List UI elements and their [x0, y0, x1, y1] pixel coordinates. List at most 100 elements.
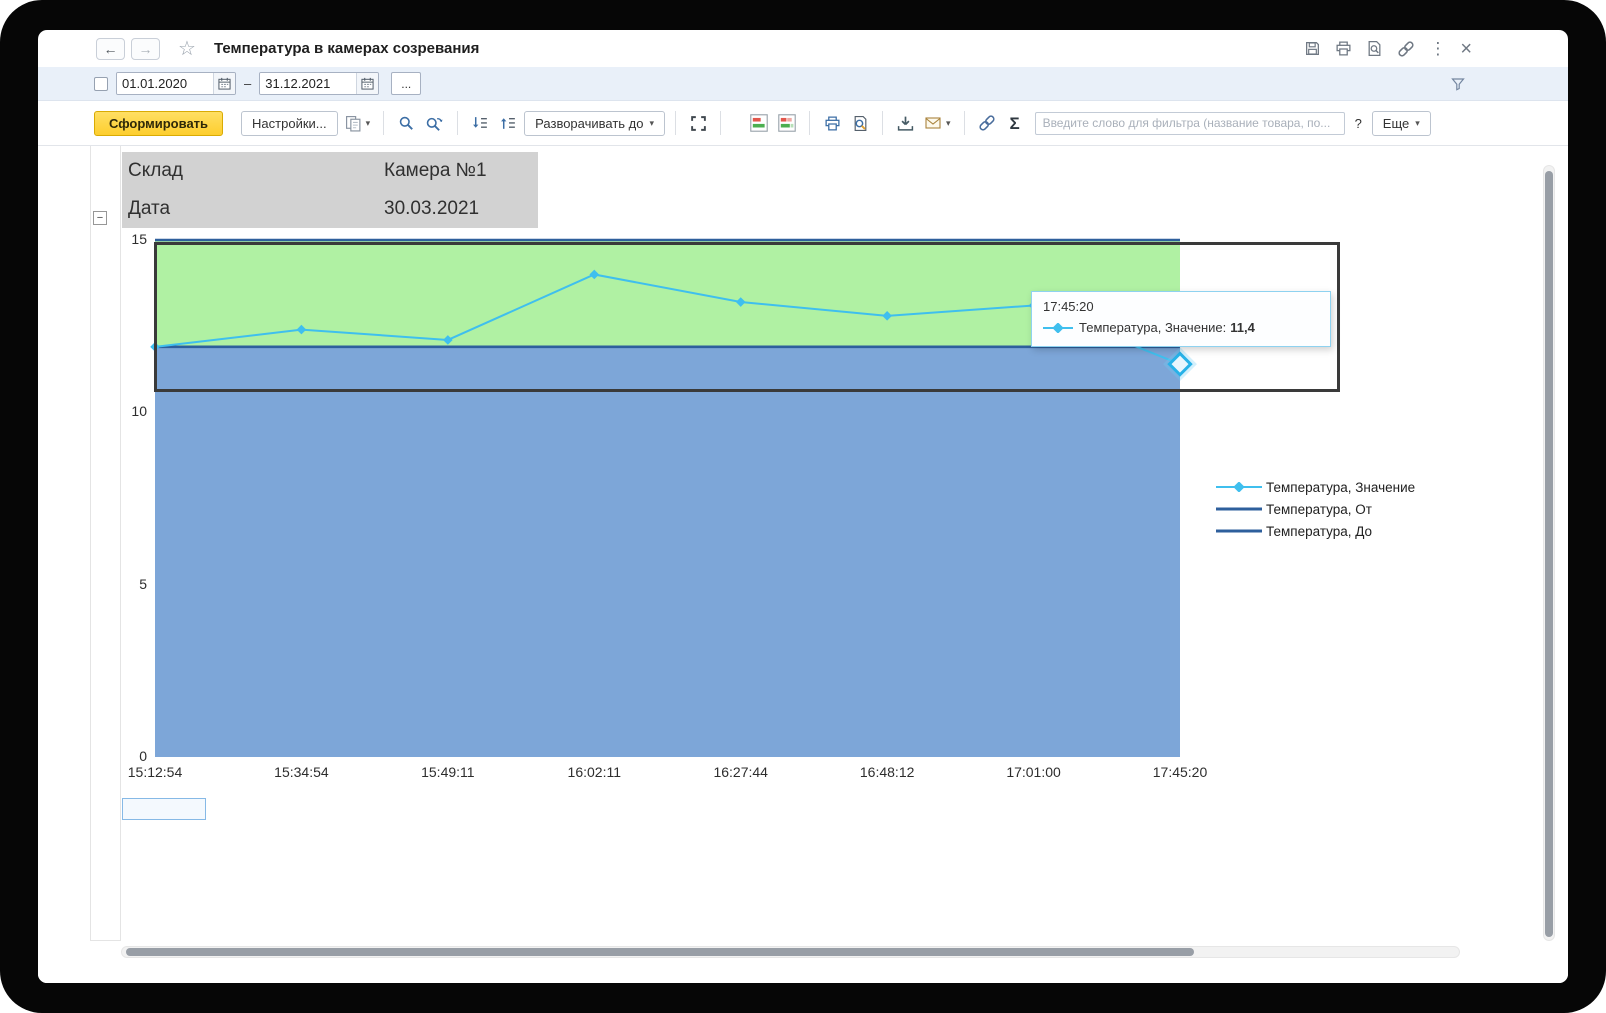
titlebar-actions: ⋮ ×: [1304, 39, 1472, 59]
forward-arrow-icon: →: [138, 40, 153, 57]
kebab-menu-icon: ⋮: [1429, 39, 1447, 58]
toolbar-separator: [720, 111, 722, 135]
legend-item: Температура, От: [1216, 498, 1415, 520]
toolbar-separator: [383, 111, 385, 135]
date-from-calendar-button[interactable]: [213, 73, 235, 94]
forward-button[interactable]: →: [131, 37, 160, 60]
link-icon: [978, 114, 996, 132]
legend-line-diamond-icon: [1216, 482, 1262, 492]
print-preview-icon: [852, 115, 869, 132]
toolbar-separator: [963, 111, 965, 135]
report-variants-button[interactable]: ▾: [342, 111, 374, 136]
caret-down-icon: ▾: [649, 117, 655, 128]
report-toolbar: Сформировать Настройки... ▾ Разворачиват…: [38, 101, 1568, 146]
report-header-value: Камера №1: [384, 160, 487, 181]
quick-filter-input[interactable]: [1034, 111, 1345, 135]
back-button[interactable]: ←: [96, 37, 125, 60]
more-label: Еще: [1382, 115, 1410, 131]
group-collapse-toggle[interactable]: −: [93, 211, 107, 225]
expand-to-label: Разворачивать до: [535, 115, 644, 131]
legend-item: Температура, До: [1216, 520, 1415, 542]
report-header-label: Дата: [128, 198, 171, 219]
toolbar-separator: [457, 111, 459, 135]
more-button[interactable]: Еще ▾: [1371, 110, 1431, 136]
date-to-input[interactable]: [260, 73, 357, 94]
print-preview-button[interactable]: [848, 111, 872, 136]
date-range-separator: –: [244, 76, 252, 91]
calendar-icon: [361, 77, 374, 90]
report-variants-icon: [345, 115, 362, 132]
get-link-button-titlebar[interactable]: [1397, 40, 1415, 58]
close-icon: ×: [1460, 37, 1472, 60]
printer-icon: [1335, 40, 1352, 57]
caret-down-icon: ▾: [1415, 117, 1420, 128]
report-header-table[interactable]: Склад Камера №1 Дата 30.03.2021: [122, 152, 538, 228]
chart-tooltip: 17:45:20 Температура, Значение: 11,4: [1031, 291, 1331, 347]
caret-down-icon: ▾: [946, 117, 951, 128]
chart-type-button[interactable]: [747, 111, 771, 136]
chart-type-stacked-button[interactable]: [775, 111, 799, 136]
preview-button[interactable]: [1366, 40, 1383, 57]
settings-button[interactable]: Настройки...: [241, 110, 338, 136]
save-icon: [1304, 40, 1321, 57]
window-title: Температура в камерах созревания: [213, 40, 480, 57]
print-button[interactable]: [820, 111, 844, 136]
sigma-icon: Σ: [1009, 113, 1020, 133]
toolbar-separator: [882, 111, 884, 135]
device-frame: ← → ☆ Температура в камерах созревания ⋮…: [0, 0, 1606, 1013]
search-icon: [398, 115, 415, 132]
send-email-button[interactable]: ▾: [921, 111, 954, 136]
tooltip-value: 11,4: [1230, 320, 1255, 335]
vertical-scrollbar[interactable]: [1543, 165, 1555, 941]
tooltip-time: 17:45:20: [1043, 299, 1094, 314]
window-menu-button[interactable]: ⋮: [1429, 40, 1446, 57]
period-filter-row: – ...: [38, 67, 1568, 101]
get-link-button[interactable]: [975, 111, 999, 136]
horizontal-scrollbar-thumb[interactable]: [126, 948, 1194, 956]
date-to-calendar-button[interactable]: [356, 73, 379, 94]
generate-button[interactable]: Сформировать: [94, 110, 224, 136]
date-from-field: [116, 72, 236, 95]
back-arrow-icon: ←: [103, 40, 118, 57]
tooltip-series-label: Температура, Значение:: [1079, 320, 1227, 335]
search-next-button[interactable]: [422, 111, 447, 136]
totals-button[interactable]: Σ: [1003, 111, 1027, 136]
favorite-star-icon[interactable]: ☆: [178, 39, 196, 59]
filter-button[interactable]: [1450, 76, 1466, 92]
date-from-input[interactable]: [117, 73, 213, 94]
chart-legend: Температура, Значение Температура, От Те…: [1216, 476, 1415, 542]
series-marker-icon: [1043, 322, 1073, 333]
save-file-button[interactable]: [893, 111, 917, 136]
date-to-field: [259, 72, 380, 95]
print-button-titlebar[interactable]: [1335, 40, 1352, 57]
vertical-scrollbar-thumb[interactable]: [1545, 171, 1553, 937]
selected-cell[interactable]: [122, 798, 206, 820]
report-header-value: 30.03.2021: [384, 198, 480, 219]
report-header-label: Склад: [128, 160, 183, 181]
download-icon: [897, 115, 914, 132]
close-button[interactable]: ×: [1460, 39, 1472, 59]
tooltip-series-row: Температура, Значение: 11,4: [1043, 320, 1319, 335]
report-header-row: Дата 30.03.2021: [122, 190, 538, 228]
search-button[interactable]: [394, 111, 418, 136]
titlebar: ← → ☆ Температура в камерах созревания ⋮…: [38, 30, 1568, 67]
help-button[interactable]: ?: [1349, 116, 1368, 131]
report-area: − Склад Камера №1 Дата 30.03.2021 0 5 10 15…: [38, 146, 1568, 983]
stacked-chart-icon: [778, 114, 796, 132]
period-checkbox[interactable]: [94, 76, 108, 91]
fullscreen-button[interactable]: [686, 111, 710, 136]
calendar-icon: [218, 77, 231, 90]
fullscreen-icon: [690, 115, 707, 132]
email-icon: [924, 115, 942, 131]
expand-groups-icon: [500, 115, 517, 132]
collapse-groups-button[interactable]: [468, 111, 492, 136]
legend-label: Температура, До: [1266, 523, 1373, 539]
bar-chart-icon: [750, 114, 768, 132]
expand-to-button[interactable]: Разворачивать до ▾: [524, 110, 666, 136]
link-icon: [1397, 40, 1415, 58]
save-button[interactable]: [1304, 40, 1321, 57]
period-options-button[interactable]: ...: [391, 72, 422, 95]
printer-icon: [824, 115, 841, 132]
horizontal-scrollbar[interactable]: [121, 946, 1460, 958]
expand-groups-button[interactable]: [496, 111, 520, 136]
